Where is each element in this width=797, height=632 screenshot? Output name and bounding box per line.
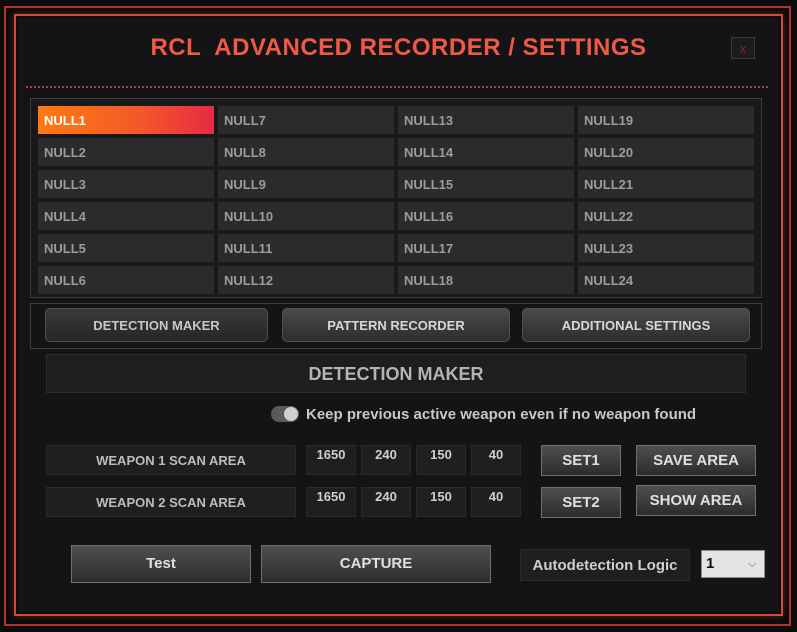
test-button[interactable]: Test: [71, 545, 251, 583]
weapon-slot[interactable]: NULL11: [217, 233, 395, 263]
show-area-button[interactable]: SHOW AREA: [636, 485, 756, 516]
save-area-button[interactable]: SAVE AREA: [636, 445, 756, 476]
chevron-down-icon[interactable]: ⌵: [748, 551, 756, 577]
weapon-slot[interactable]: NULL16: [397, 201, 575, 231]
tab-additional-settings[interactable]: ADDITIONAL SETTINGS: [522, 308, 750, 342]
weapon-slot[interactable]: NULL3: [37, 169, 215, 199]
weapon-2-height-field[interactable]: 40: [471, 487, 521, 517]
weapon-2-scan-area-label: WEAPON 2 SCAN AREA: [46, 487, 296, 517]
tab-detection-maker[interactable]: DETECTION MAKER: [45, 308, 268, 342]
weapon-slot[interactable]: NULL18: [397, 265, 575, 295]
keep-weapon-label: Keep previous active weapon even if no w…: [306, 406, 697, 423]
weapon-1-y-field[interactable]: 240: [361, 445, 411, 475]
weapon-2-x-field[interactable]: 1650: [306, 487, 356, 517]
weapon-slot[interactable]: NULL15: [397, 169, 575, 199]
set2-button[interactable]: SET2: [541, 487, 621, 518]
weapon-slot[interactable]: NULL21: [577, 169, 755, 199]
weapon-1-height-field[interactable]: 40: [471, 445, 521, 475]
keep-weapon-toggle-knob[interactable]: [284, 407, 298, 421]
weapon-1-x-field[interactable]: 1650: [306, 445, 356, 475]
weapon-slot[interactable]: NULL8: [217, 137, 395, 167]
weapon-slot[interactable]: NULL13: [397, 105, 575, 135]
close-button[interactable]: x: [731, 37, 755, 59]
section-title: DETECTION MAKER: [46, 354, 746, 393]
weapon-slot[interactable]: NULL17: [397, 233, 575, 263]
weapon-2-y-field[interactable]: 240: [361, 487, 411, 517]
weapon-slot[interactable]: NULL19: [577, 105, 755, 135]
weapon-slot[interactable]: NULL14: [397, 137, 575, 167]
weapon-1-scan-area-label: WEAPON 1 SCAN AREA: [46, 445, 296, 475]
autodetection-logic-label: Autodetection Logic: [520, 549, 690, 581]
weapon-1-width-field[interactable]: 150: [416, 445, 466, 475]
window-title: RCL ADVANCED RECORDER / SETTINGS: [150, 34, 647, 61]
weapon-slot[interactable]: NULL20: [577, 137, 755, 167]
weapon-slot[interactable]: NULL23: [577, 233, 755, 263]
weapon-slot[interactable]: NULL10: [217, 201, 395, 231]
set1-button[interactable]: SET1: [541, 445, 621, 476]
weapon-slot[interactable]: NULL6: [37, 265, 215, 295]
tab-pattern-recorder[interactable]: PATTERN RECORDER: [282, 308, 510, 342]
weapon-2-width-field[interactable]: 150: [416, 487, 466, 517]
weapon-slot[interactable]: NULL1: [37, 105, 215, 135]
weapon-slot[interactable]: NULL4: [37, 201, 215, 231]
weapon-slot[interactable]: NULL7: [217, 105, 395, 135]
capture-button[interactable]: CAPTURE: [261, 545, 491, 583]
weapon-slot[interactable]: NULL9: [217, 169, 395, 199]
weapon-slot[interactable]: NULL12: [217, 265, 395, 295]
title-divider: [26, 86, 768, 88]
weapon-slot[interactable]: NULL2: [37, 137, 215, 167]
weapon-slot[interactable]: NULL22: [577, 201, 755, 231]
weapon-slot[interactable]: NULL5: [37, 233, 215, 263]
weapon-slot[interactable]: NULL24: [577, 265, 755, 295]
